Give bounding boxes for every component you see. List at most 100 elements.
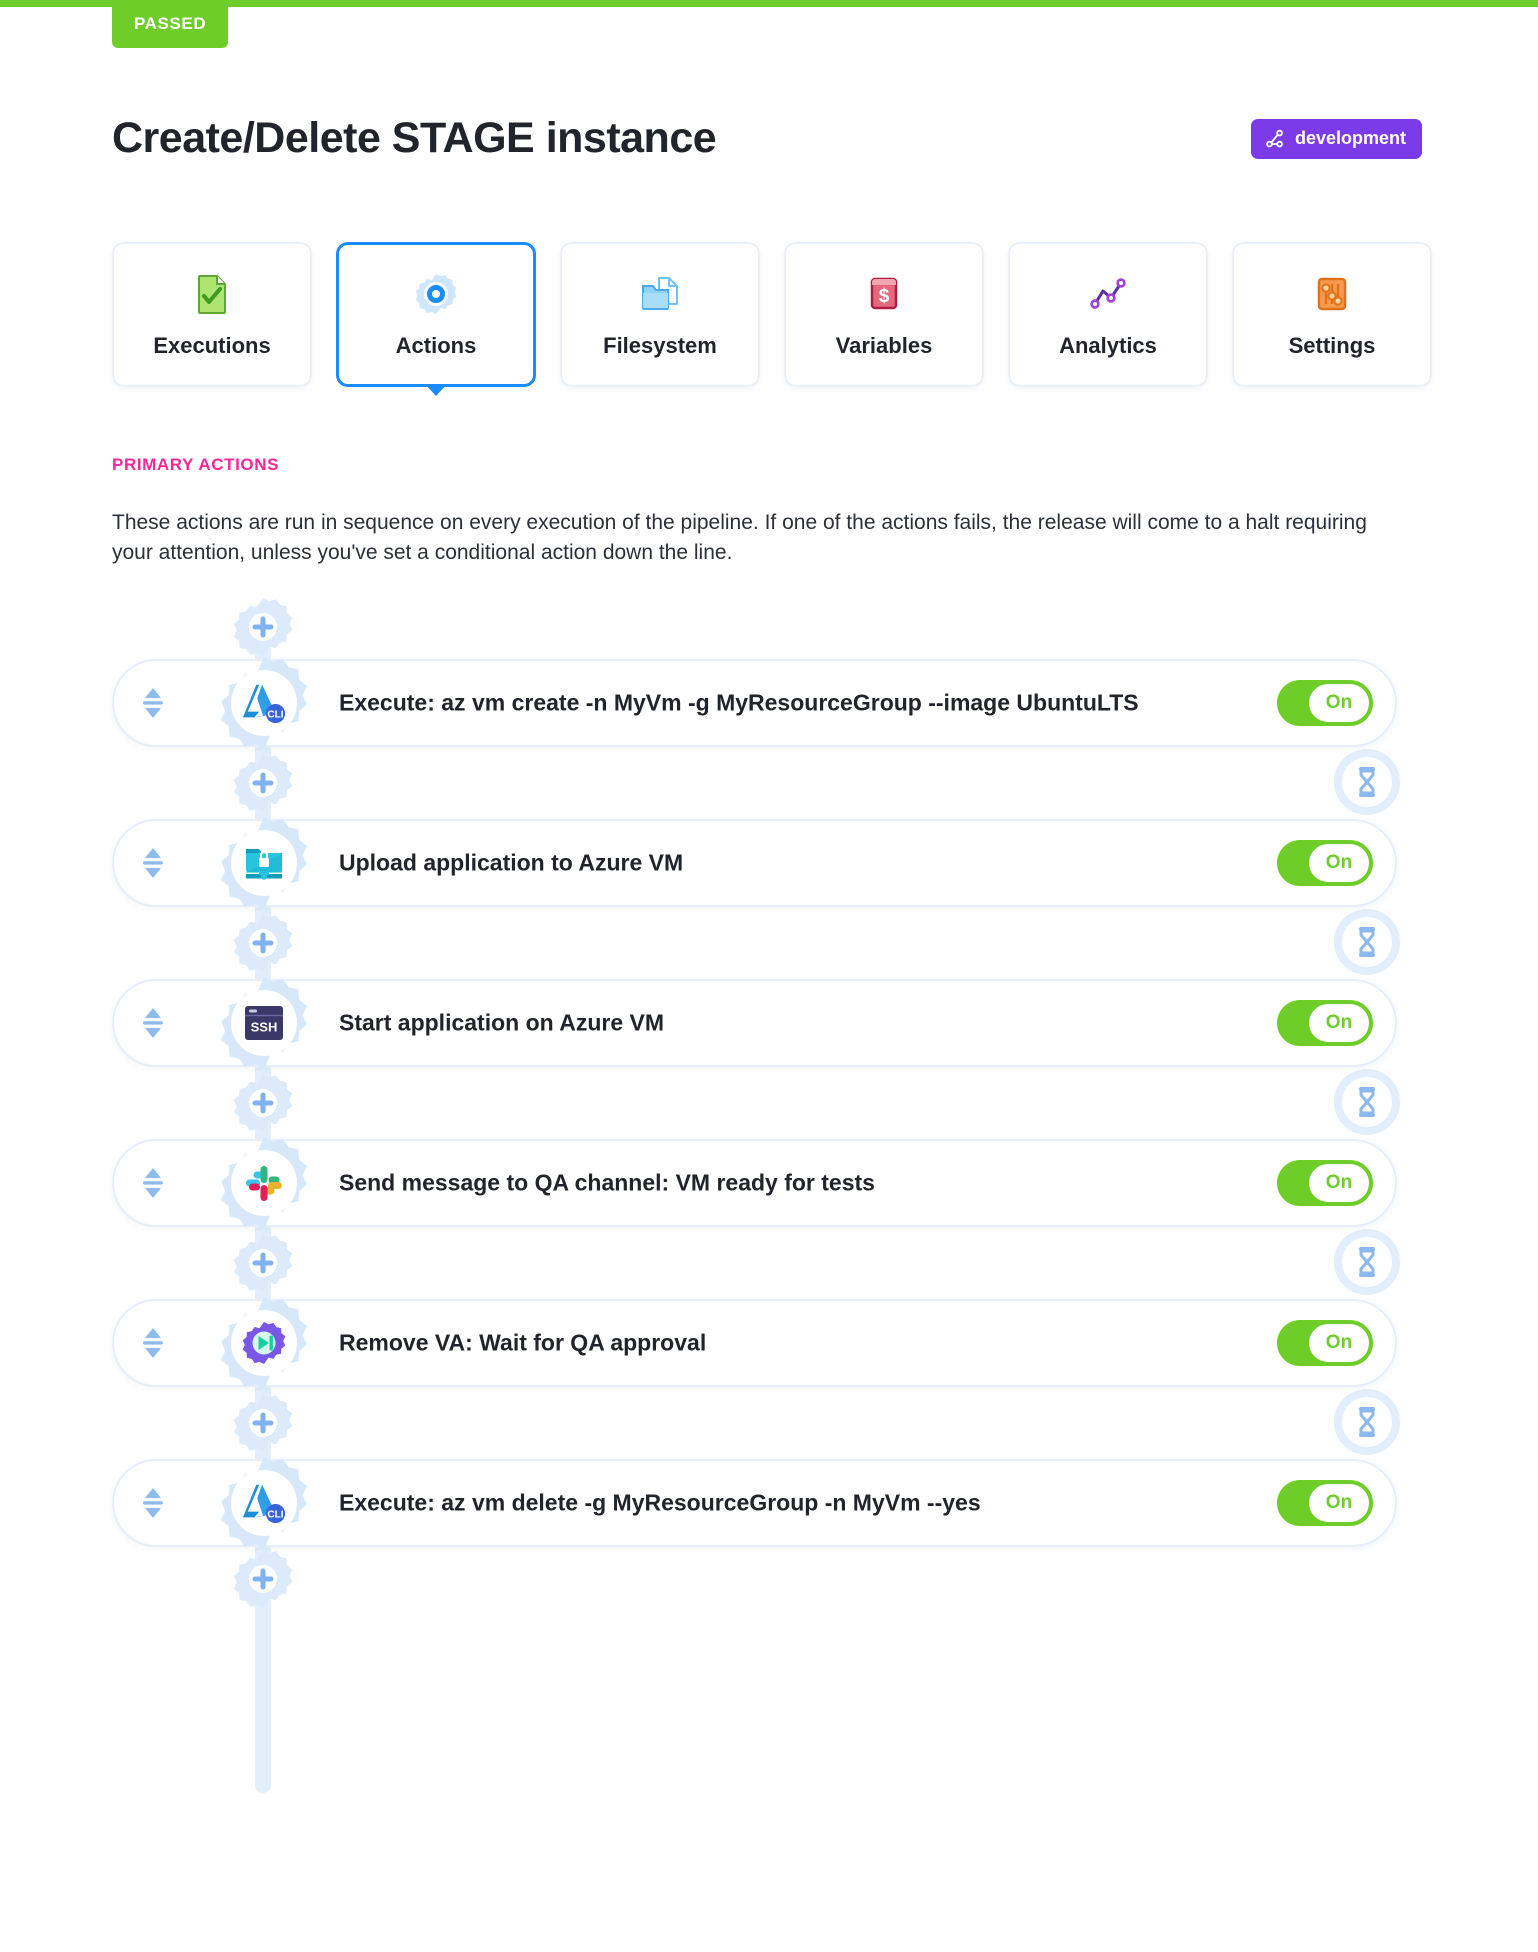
action-title: Remove VA: Wait for QA approval [339,1329,707,1356]
drag-updown-icon[interactable] [136,1003,170,1043]
tab-analytics[interactable]: Analytics [1008,242,1208,387]
action-toggle[interactable]: On [1277,840,1373,886]
wait-between-actions-button[interactable] [1334,1229,1400,1295]
table-row: Upload application to Azure VM On [112,817,1422,909]
wait-between-actions-button[interactable] [1334,909,1400,975]
azure-cli-icon: CLI [241,680,287,726]
table-row: Send message to QA channel: VM ready for… [112,1137,1422,1229]
action-title: Start application on Azure VM [339,1009,665,1036]
add-action-node [112,595,1422,659]
status-bar [0,0,1538,7]
hourglass-icon [1359,927,1375,957]
action-title: Execute: az vm create -n MyVm -g MyResou… [339,689,1139,716]
table-row: Execute: az vm create -n MyVm -g MyResou… [112,657,1422,749]
action-toggle[interactable]: On [1277,1160,1373,1206]
action-toggle-label: On [1309,844,1369,882]
add-action-button[interactable] [230,910,296,976]
azure-cli-icon: CLI [241,1480,287,1526]
drag-updown-icon[interactable] [136,1163,170,1203]
drag-updown-icon[interactable] [136,1483,170,1523]
pipeline-gap [112,747,1422,819]
action-icon-holder[interactable]: SSH [215,974,313,1072]
pipeline-gap [112,1227,1422,1299]
slack-icon [241,1160,287,1206]
line-chart-icon [1085,271,1131,317]
action-toggle[interactable]: On [1277,1320,1373,1366]
section-description: These actions are run in sequence on eve… [112,511,1367,564]
drag-updown-icon[interactable] [136,683,170,723]
tab-executions-label: Executions [153,332,271,358]
add-action-button[interactable] [230,594,296,660]
hourglass-icon [1359,1087,1375,1117]
gear-plus-icon [233,1550,293,1608]
status-badge: PASSED [112,0,229,48]
dollar-card-icon: $ [861,271,907,317]
tab-analytics-label: Analytics [1059,332,1157,358]
action-icon-holder[interactable]: CLI [215,1454,313,1552]
tab-actions[interactable]: Actions [336,242,536,396]
hourglass-icon [1359,767,1375,797]
wait-between-actions-button[interactable] [1334,749,1400,815]
add-action-button[interactable] [230,1070,296,1136]
action-toggle[interactable]: On [1277,1480,1373,1526]
gear-plus-icon [233,1074,293,1132]
ssh-terminal-icon: SSH [241,1000,287,1046]
add-action-button[interactable] [230,1390,296,1456]
environment-badge[interactable]: development [1250,118,1422,159]
svg-text:SSH: SSH [251,1020,278,1035]
action-toggle[interactable]: On [1277,680,1373,726]
wait-between-actions-button[interactable] [1334,1389,1400,1455]
gear-plus-icon [233,1234,293,1292]
action-title: Execute: az vm delete -g MyResourceGroup… [339,1489,981,1516]
tab-actions-label: Actions [395,332,477,358]
status-badge-label: PASSED [134,14,207,33]
add-action-button[interactable] [230,750,296,816]
tab-bar: Executions Actions Filesystem $ Variable… [112,242,1432,396]
add-action-button[interactable] [230,1230,296,1296]
hourglass-icon [1359,1407,1375,1437]
drag-updown-icon[interactable] [136,1323,170,1363]
page-title: Create/Delete STAGE instance [112,114,717,162]
action-icon-holder[interactable]: CLI [215,654,313,752]
pipeline-gap [112,1387,1422,1459]
tab-executions[interactable]: Executions [112,242,312,387]
action-icon-holder[interactable] [215,1294,313,1392]
action-title: Upload application to Azure VM [339,849,684,876]
action-title: Send message to QA channel: VM ready for… [339,1169,875,1196]
action-toggle-label: On [1309,1484,1369,1522]
folder-files-icon [637,271,683,317]
svg-text:CLI: CLI [267,1509,283,1520]
gear-plus-icon [233,598,293,656]
svg-text:CLI: CLI [267,709,283,720]
drag-updown-icon[interactable] [136,843,170,883]
action-toggle[interactable]: On [1277,1000,1373,1046]
add-action-node [112,1547,1422,1611]
action-toggle-label: On [1309,684,1369,722]
gear-play-icon [241,1320,287,1366]
wait-between-actions-button[interactable] [1334,1069,1400,1135]
gear-plus-icon [233,914,293,972]
action-toggle-label: On [1309,1004,1369,1042]
action-icon-holder[interactable] [215,1134,313,1232]
tab-filesystem-label: Filesystem [603,332,717,358]
tab-settings-label: Settings [1288,332,1376,358]
document-check-icon [189,271,235,317]
table-row: Execute: az vm delete -g MyResourceGroup… [112,1457,1422,1549]
gear-icon [413,271,459,317]
sitemap-icon [1264,128,1286,150]
pipeline-gap [112,907,1422,979]
table-row: Start application on Azure VM On SSH [112,977,1422,1069]
sliders-icon [1309,271,1355,317]
gear-plus-icon [233,754,293,812]
actions-pipeline: Execute: az vm create -n MyVm -g MyResou… [112,595,1422,1793]
action-toggle-label: On [1309,1324,1369,1362]
tab-filesystem[interactable]: Filesystem [560,242,760,387]
add-action-button[interactable] [230,1546,296,1612]
tab-settings[interactable]: Settings [1232,242,1432,387]
pipeline-gap [112,1067,1422,1139]
table-row: Remove VA: Wait for QA approval On [112,1297,1422,1389]
tab-variables[interactable]: $ Variables [784,242,984,387]
gear-plus-icon [233,1394,293,1452]
action-icon-holder[interactable] [215,814,313,912]
section-label: PRIMARY ACTIONS [112,455,280,474]
